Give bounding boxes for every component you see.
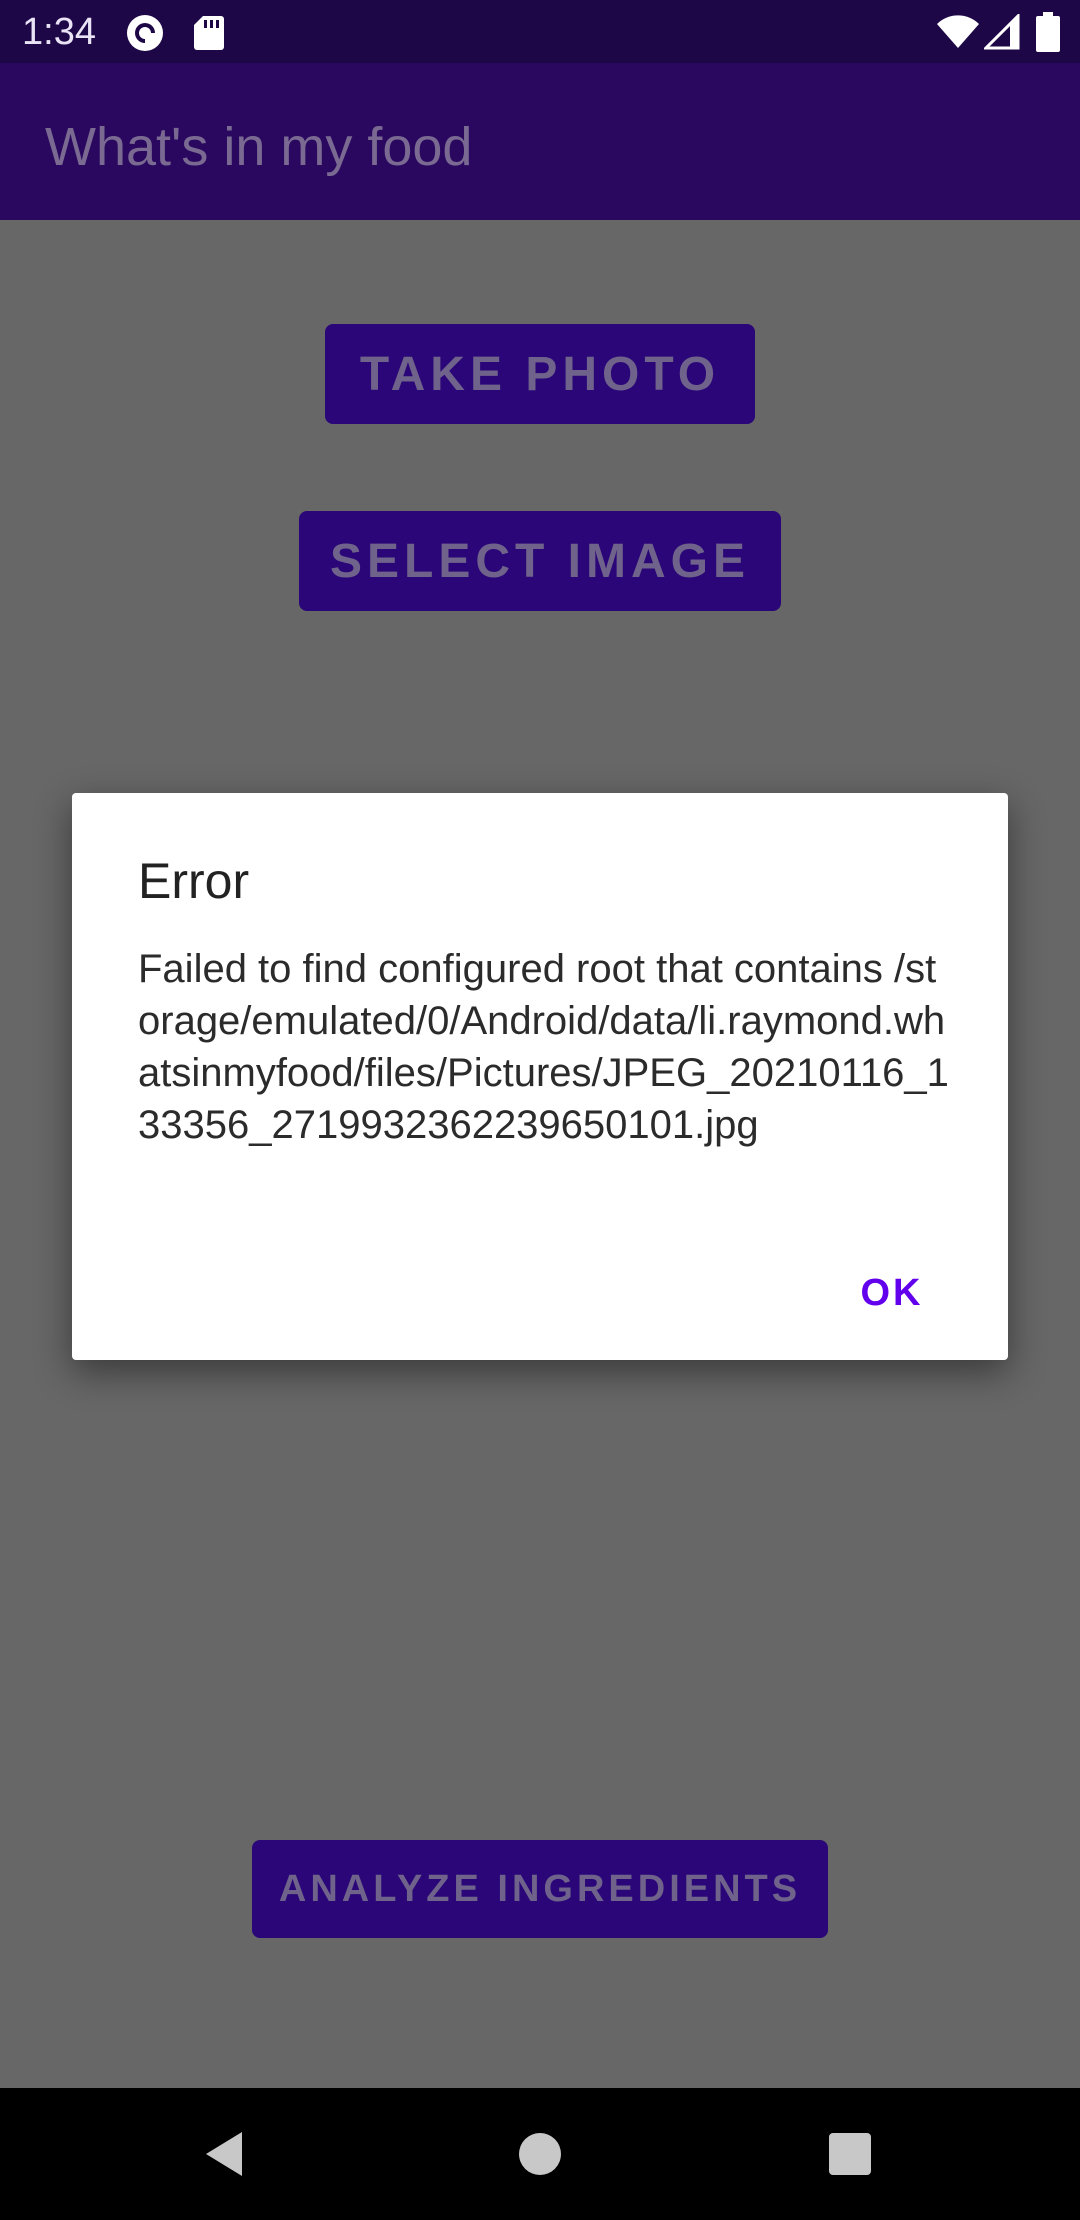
back-icon[interactable] bbox=[198, 2124, 258, 2184]
take-photo-button[interactable]: TAKE PHOTO bbox=[325, 324, 755, 424]
analyze-ingredients-button[interactable]: ANALYZE INGREDIENTS bbox=[252, 1840, 828, 1938]
dialog-message: Failed to find configured root that cont… bbox=[138, 947, 949, 1147]
app-title: What's in my food bbox=[45, 117, 473, 177]
status-time: 1:34 bbox=[22, 11, 96, 53]
app-bar: What's in my food bbox=[0, 63, 1080, 220]
dialog-title: Error bbox=[138, 853, 250, 909]
recents-icon[interactable] bbox=[820, 2124, 880, 2184]
wifi-icon bbox=[937, 15, 979, 48]
select-image-button[interactable]: SELECT IMAGE bbox=[299, 511, 781, 611]
home-icon[interactable] bbox=[510, 2124, 570, 2184]
battery-icon bbox=[1036, 12, 1060, 52]
error-dialog: Error Failed to find configured root tha… bbox=[72, 793, 1008, 1360]
sd-card-icon bbox=[194, 16, 224, 50]
signal-icon bbox=[984, 14, 1020, 50]
ok-button[interactable]: OK bbox=[832, 1258, 952, 1328]
navigation-bar bbox=[0, 2088, 1080, 2220]
status-bar: 1:34 bbox=[0, 0, 1080, 63]
pocket-casts-icon bbox=[127, 15, 163, 51]
